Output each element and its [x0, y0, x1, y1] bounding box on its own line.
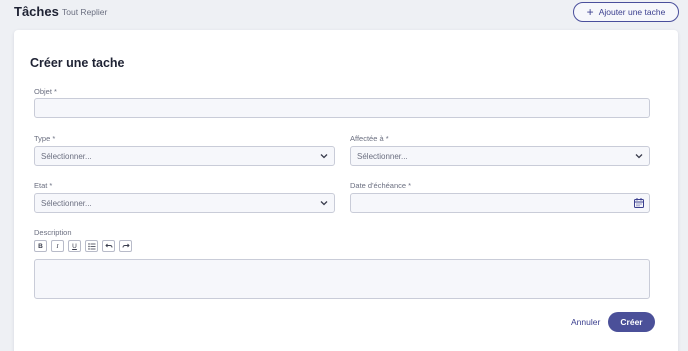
cancel-button[interactable]: Annuler	[571, 317, 600, 327]
plus-icon: +	[586, 4, 594, 19]
assigned-select-value: Sélectionner...	[357, 151, 408, 161]
objet-label: Objet *	[34, 87, 57, 96]
assigned-label: Affectée à *	[350, 134, 389, 143]
chevron-down-icon	[320, 154, 328, 159]
create-button[interactable]: Créer	[608, 312, 655, 332]
chevron-down-icon	[320, 201, 328, 206]
chevron-down-icon	[635, 154, 643, 159]
add-task-label: Ajouter une tache	[598, 7, 666, 17]
description-label: Description	[34, 228, 72, 237]
page-header: Tâches Tout Replier + Ajouter une tache	[0, 0, 688, 28]
objet-input[interactable]	[34, 98, 650, 118]
rich-text-toolbar: B I U	[34, 240, 132, 252]
state-select-value: Sélectionner...	[41, 198, 92, 208]
add-task-button[interactable]: + Ajouter une tache	[573, 2, 679, 22]
type-label: Type *	[34, 134, 56, 143]
undo-button[interactable]	[102, 240, 115, 252]
description-textarea[interactable]	[34, 259, 650, 299]
undo-icon	[104, 243, 112, 248]
form-title: Créer une tache	[30, 56, 125, 70]
underline-button[interactable]: U	[68, 240, 81, 252]
redo-icon	[122, 243, 130, 248]
type-select-value: Sélectionner...	[41, 151, 92, 161]
assigned-select[interactable]: Sélectionner...	[350, 146, 650, 166]
page-title: Tâches	[14, 4, 59, 19]
bold-button[interactable]: B	[34, 240, 47, 252]
calendar-icon[interactable]	[633, 197, 645, 209]
state-label: Etat *	[34, 181, 53, 190]
italic-button[interactable]: I	[51, 240, 64, 252]
redo-button[interactable]	[119, 240, 132, 252]
type-select[interactable]: Sélectionner...	[34, 146, 335, 166]
bullet-list-button[interactable]	[85, 240, 98, 252]
state-select[interactable]: Sélectionner...	[34, 193, 335, 213]
create-task-card: Créer une tache Objet * Type * Sélection…	[14, 30, 678, 351]
due-date-label: Date d'échéance *	[350, 181, 412, 190]
bullet-list-icon	[87, 242, 95, 250]
collapse-all-link[interactable]: Tout Replier	[62, 7, 107, 17]
due-date-input[interactable]	[350, 193, 650, 213]
